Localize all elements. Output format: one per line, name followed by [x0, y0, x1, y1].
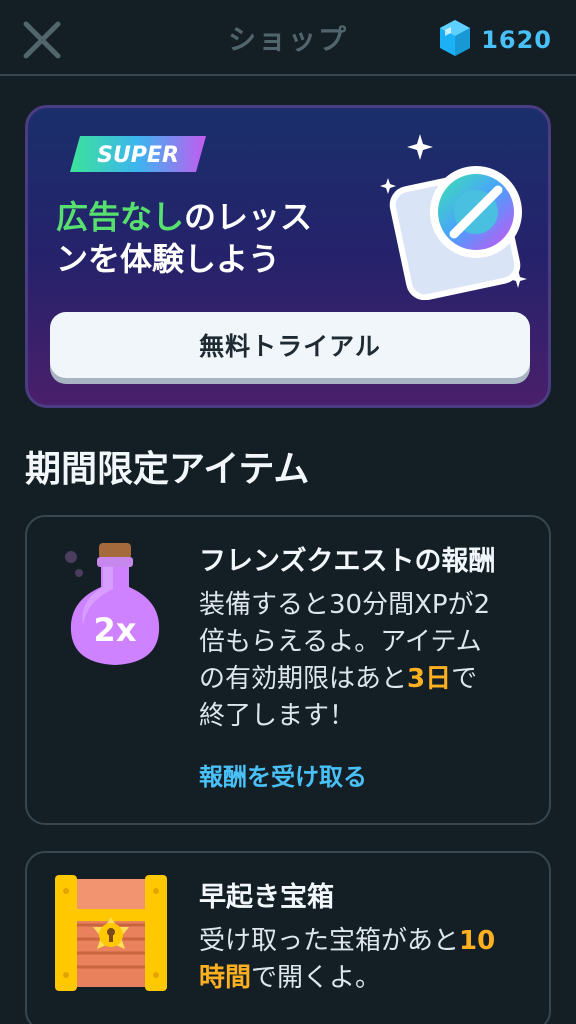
item-card-early-chest: 早起き宝箱 受け取った宝箱があと10 時間で開くよ。 [25, 851, 551, 1024]
free-trial-button[interactable]: 無料トライアル [50, 312, 530, 378]
svg-text:SUPER: SUPER [97, 143, 179, 168]
section-title: 期間限定アイテム [25, 449, 310, 490]
desc-line: 受け取った宝箱があと10 [199, 923, 529, 960]
super-headline: 広告なしのレッス ンを体験しよう [56, 196, 356, 280]
desc-line: 時間で開くよ。 [199, 960, 529, 997]
top-bar: ショップ 1620 [0, 0, 576, 76]
desc-line: 倍もらえるよ。アイテム [199, 627, 482, 657]
desc-text: 受け取った宝箱があと [199, 926, 460, 956]
item-description: 受け取った宝箱があと10 時間で開くよ。 [199, 923, 529, 997]
claim-reward-link[interactable]: 報酬を受け取る [199, 757, 367, 792]
super-badge: SUPER [68, 134, 208, 178]
gem-counter[interactable]: 1620 [439, 20, 552, 60]
expiry-highlight: 3日 [407, 664, 452, 694]
desc-line: 装備すると30分間XPが2 [199, 590, 491, 620]
headline-highlight: 広告なし [56, 198, 185, 236]
headline-line1-rest: のレッス [184, 198, 313, 236]
desc-text: の有効期限はあと [199, 664, 408, 694]
gem-count: 1620 [481, 26, 552, 54]
headline-line2: ンを体験しよう [56, 240, 281, 278]
desc-line: 終了します！ [199, 701, 356, 731]
item-description: 装備すると30分間XPが2 倍もらえるよ。アイテム の有効期限はあと3日で 終了… [199, 587, 529, 735]
desc-text: で [451, 664, 478, 694]
super-promo-card: SUPER 広告なしのレッス ンを体験しよう 無料トライアル [25, 105, 551, 408]
item-title: 早起き宝箱 [199, 882, 334, 913]
item-card-friend-quest: 2x フレンズクエストの報酬 装備すると30分間XPが2 倍もらえるよ。アイテム… [25, 515, 551, 825]
treasure-chest-icon [55, 875, 167, 995]
time-highlight: 時間 [199, 963, 252, 993]
gem-icon [439, 19, 471, 61]
desc-text: で開くよ。 [251, 963, 382, 993]
time-highlight: 10 [459, 926, 496, 956]
xp-potion-icon: 2x [57, 539, 167, 673]
desc-line: の有効期限はあと3日で [199, 661, 529, 698]
svg-text:2x: 2x [94, 611, 137, 649]
item-title: フレンズクエストの報酬 [199, 546, 496, 577]
no-ads-icon [378, 130, 548, 304]
